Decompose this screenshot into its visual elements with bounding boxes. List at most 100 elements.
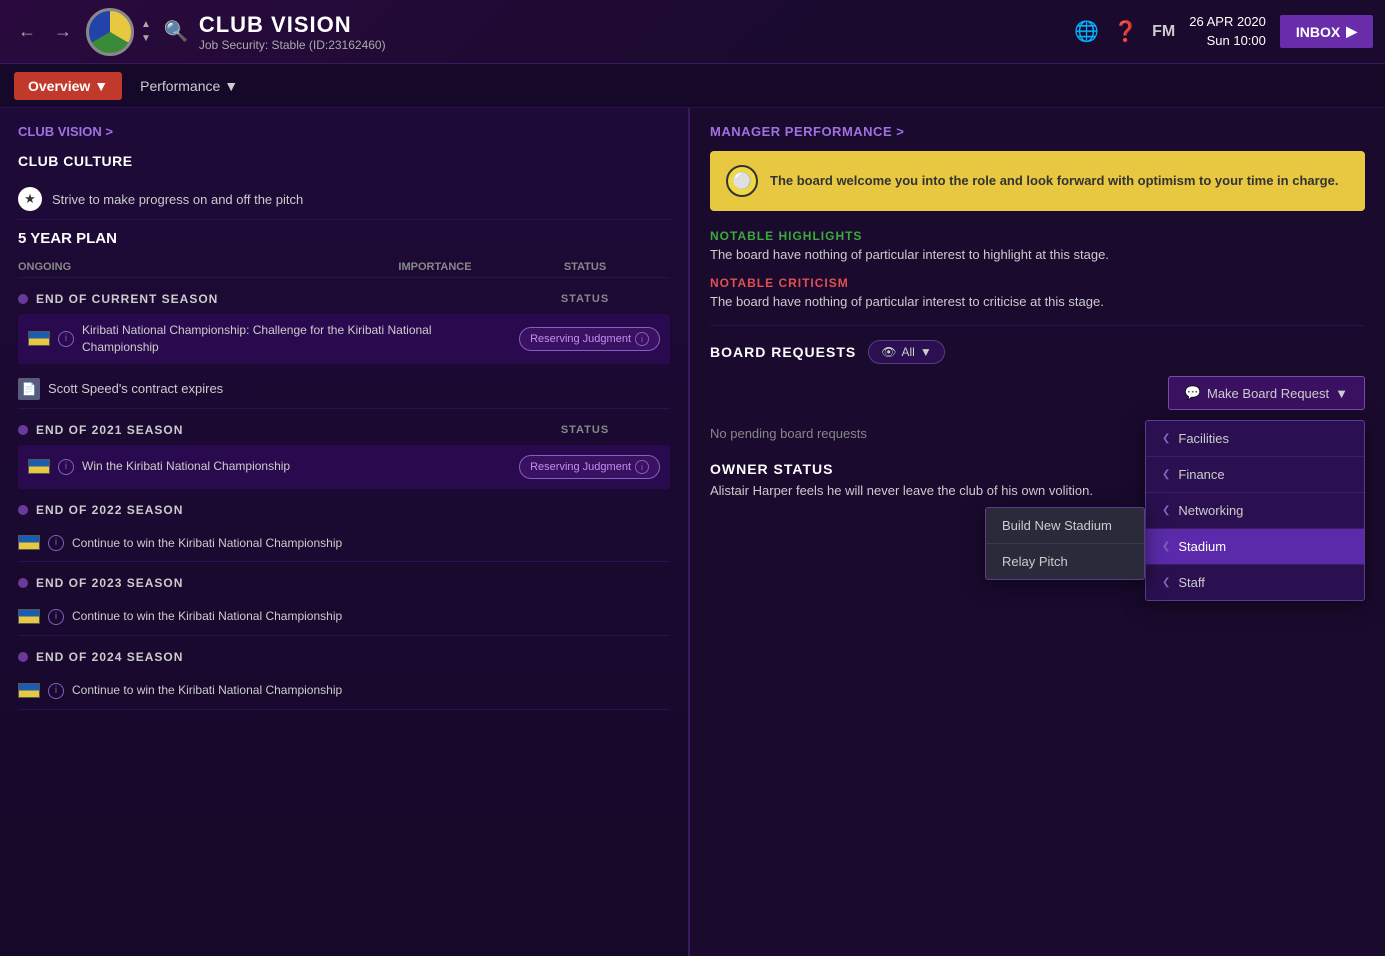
board-welcome-text: The board welcome you into the role and … — [770, 171, 1338, 191]
dropdown-item-networking[interactable]: ❮ Networking — [1146, 493, 1364, 529]
globe-icon-button[interactable]: 🌐 — [1074, 19, 1099, 44]
sub-dropdown-item-build-new-stadium[interactable]: Build New Stadium — [986, 508, 1144, 544]
board-request-dropdown: ❮ Facilities ❮ Finance ❮ Networking ❮ St… — [1145, 420, 1365, 601]
topbar: ← → ▲ ▼ 🔍 CLUB VISION Job Security: Stab… — [0, 0, 1385, 64]
club-vision-link[interactable]: CLUB VISION > — [18, 124, 670, 139]
info-icon-4[interactable]: i — [48, 683, 64, 699]
date-line1: 26 APR 2020 — [1189, 13, 1266, 31]
season-dot-4 — [18, 652, 28, 662]
plan-item-4-0: i Continue to win the Kiribati National … — [18, 672, 670, 710]
season-divider-0: END OF CURRENT SEASON STATUS — [18, 292, 670, 306]
season-label-4: END OF 2024 SEASON — [36, 650, 670, 664]
info-icon-3[interactable]: i — [48, 609, 64, 625]
season-status-label-1: STATUS — [500, 424, 670, 436]
chevron-icon-facilities: ❮ — [1162, 433, 1170, 444]
make-request-chevron-icon: ▼ — [1335, 386, 1348, 401]
board-requests-header: BOARD REQUESTS 👁 All ▼ — [710, 340, 1365, 364]
performance-label: Performance — [140, 78, 220, 94]
season-label-3: END OF 2023 SEASON — [36, 576, 670, 590]
dropdown-label-facilities: Facilities — [1178, 431, 1229, 446]
inbox-arrow-icon: ▶ — [1346, 23, 1357, 40]
season-status-label-0: STATUS — [500, 293, 670, 305]
plan-item-text-3-0: Continue to win the Kiribati National Ch… — [72, 608, 670, 625]
back-button[interactable]: ← — [12, 17, 42, 46]
kiribati-flag-3 — [18, 609, 40, 624]
season-label-2: END OF 2022 SEASON — [36, 503, 670, 517]
dropdown-label-networking: Networking — [1178, 503, 1243, 518]
contract-item-0: 📄 Scott Speed's contract expires — [18, 370, 670, 409]
board-requests-title: BOARD REQUESTS — [710, 344, 856, 360]
subnav: Overview ▼ Performance ▼ — [0, 64, 1385, 108]
eye-icon: 👁 — [881, 345, 896, 359]
dropdown-item-finance[interactable]: ❮ Finance — [1146, 457, 1364, 493]
dropdown-item-stadium[interactable]: ❮ Stadium — [1146, 529, 1364, 565]
info-icon-1[interactable]: i — [58, 459, 74, 475]
make-board-request-button[interactable]: 💬 Make Board Request ▼ — [1168, 376, 1365, 410]
club-subtitle: Job Security: Stable (ID:23162460) — [199, 38, 1075, 52]
topbar-right: 🌐 ❓ FM 26 APR 2020 Sun 10:00 INBOX ▶ — [1074, 13, 1373, 49]
manager-perf-title[interactable]: MANAGER PERFORMANCE > — [710, 124, 1365, 139]
club-title-block: CLUB VISION Job Security: Stable (ID:231… — [199, 12, 1075, 52]
criticism-title: NOTABLE CRITICISM — [710, 276, 1365, 290]
search-button[interactable]: 🔍 — [164, 19, 189, 44]
five-year-title: 5 YEAR PLAN — [18, 230, 670, 247]
season-dot-1 — [18, 425, 28, 435]
build-new-stadium-label: Build New Stadium — [1002, 518, 1112, 533]
right-panel: MANAGER PERFORMANCE > ⚪ The board welcom… — [690, 108, 1385, 956]
board-welcome-banner: ⚪ The board welcome you into the role an… — [710, 151, 1365, 211]
plan-item-text-2-0: Continue to win the Kiribati National Ch… — [72, 535, 670, 552]
main-layout: CLUB VISION > CLUB CULTURE ★ Strive to m… — [0, 108, 1385, 956]
season-label-0: END OF CURRENT SEASON — [36, 292, 492, 306]
dropdown-item-staff[interactable]: ❮ Staff — [1146, 565, 1364, 600]
season-dot-3 — [18, 578, 28, 588]
kiribati-flag-0 — [28, 331, 50, 346]
info-icon-2[interactable]: i — [48, 535, 64, 551]
dropdown-label-finance: Finance — [1178, 467, 1224, 482]
help-icon-button[interactable]: ❓ — [1113, 19, 1138, 44]
inbox-button[interactable]: INBOX ▶ — [1280, 15, 1373, 48]
col-ongoing: ONGOING — [18, 261, 370, 273]
club-culture-title: CLUB CULTURE — [18, 153, 670, 169]
kiribati-flag-1 — [28, 459, 50, 474]
contract-icon-0: 📄 — [18, 378, 40, 400]
club-vision-link-text: CLUB VISION > — [18, 124, 113, 139]
logo-down-button[interactable]: ▼ — [138, 33, 154, 45]
plan-item-text-4-0: Continue to win the Kiribati National Ch… — [72, 682, 670, 699]
left-panel: CLUB VISION > CLUB CULTURE ★ Strive to m… — [0, 108, 690, 956]
info-icon-0[interactable]: i — [58, 331, 74, 347]
club-logo — [86, 8, 134, 56]
season-divider-1: END OF 2021 SEASON STATUS — [18, 423, 670, 437]
logo-up-button[interactable]: ▲ — [138, 19, 154, 31]
performance-tab[interactable]: Performance ▼ — [126, 72, 252, 100]
kiribati-flag-4 — [18, 683, 40, 698]
manager-perf-title-text: MANAGER PERFORMANCE > — [710, 124, 904, 139]
performance-chevron-icon: ▼ — [224, 78, 238, 94]
filter-all-label: All — [901, 345, 914, 359]
plan-item-text-0-0: Kiribati National Championship: Challeng… — [82, 322, 511, 356]
sub-dropdown-item-relay-pitch[interactable]: Relay Pitch — [986, 544, 1144, 579]
filter-all-button[interactable]: 👁 All ▼ — [868, 340, 944, 364]
culture-text: Strive to make progress on and off the p… — [52, 192, 303, 207]
contract-text-0: Scott Speed's contract expires — [48, 381, 223, 396]
dropdown-item-facilities[interactable]: ❮ Facilities — [1146, 421, 1364, 457]
overview-tab[interactable]: Overview ▼ — [14, 72, 122, 100]
fm-badge[interactable]: FM — [1152, 23, 1175, 41]
plan-item-2-0: i Continue to win the Kiribati National … — [18, 525, 670, 563]
kiribati-flag-2 — [18, 535, 40, 550]
status-badge-1: Reserving Judgment i — [519, 455, 660, 479]
season-dot-2 — [18, 505, 28, 515]
filter-chevron-icon: ▼ — [920, 345, 932, 359]
star-icon: ★ — [18, 187, 42, 211]
season-divider-3: END OF 2023 SEASON — [18, 576, 670, 590]
make-request-area: 💬 Make Board Request ▼ ❮ Facilities ❮ Fi… — [710, 376, 1365, 410]
plan-item-0-0: i Kiribati National Championship: Challe… — [18, 314, 670, 364]
season-dot-0 — [18, 294, 28, 304]
chevron-icon-staff: ❮ — [1162, 577, 1170, 588]
status-badge-info-icon-0[interactable]: i — [635, 332, 649, 346]
plan-item-text-1-0: Win the Kiribati National Championship — [82, 458, 511, 475]
dropdown-label-staff: Staff — [1178, 575, 1205, 590]
forward-button[interactable]: → — [48, 17, 78, 46]
culture-item: ★ Strive to make progress on and off the… — [18, 179, 670, 220]
season-label-1: END OF 2021 SEASON — [36, 423, 492, 437]
status-badge-info-icon-1[interactable]: i — [635, 460, 649, 474]
